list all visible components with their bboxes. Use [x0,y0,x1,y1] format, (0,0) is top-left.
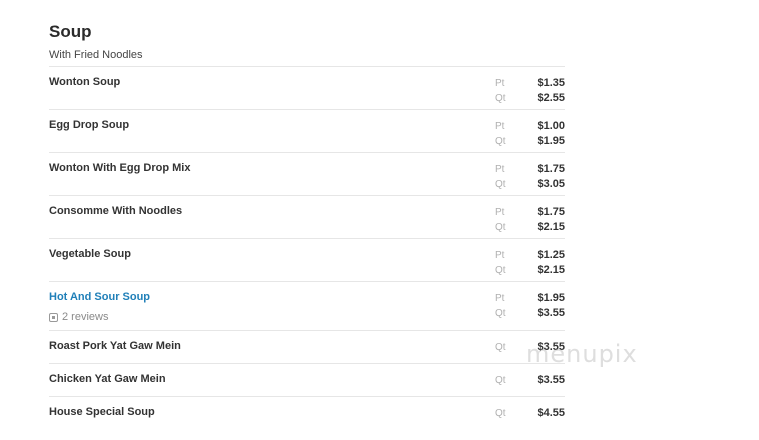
price-row: Pt $1.00 [495,119,565,134]
size-label: Qt [495,408,506,419]
price-value: $1.75 [537,206,565,218]
size-label: Pt [495,121,505,132]
item-name: Chicken Yat Gaw Mein [49,373,166,385]
price-value: $2.55 [537,92,565,104]
price-value: $3.55 [537,374,565,386]
size-label: Pt [495,207,505,218]
price-row: Pt $1.75 [495,162,565,177]
price-value: $3.05 [537,178,565,190]
reviews-count: 2 reviews [62,311,109,323]
price-row: Qt $2.15 [495,263,565,278]
menu-item: Wonton With Egg Drop Mix Pt $1.75 Qt $3.… [49,153,565,196]
size-label: Pt [495,164,505,175]
price-row: Qt $4.55 [495,406,565,421]
price-value: $2.15 [537,264,565,276]
item-name: House Special Soup [49,406,155,418]
item-prices: Pt $1.25 Qt $2.15 [495,248,565,278]
menu-item: Chicken Yat Gaw Mein Qt $3.55 [49,364,565,397]
price-value: $1.95 [537,292,565,304]
menu-item: House Special Soup Qt $4.55 [49,397,565,430]
price-value: $1.25 [537,249,565,261]
size-label: Qt [495,342,506,353]
watermark-logo: menupix [526,340,638,368]
size-label: Pt [495,250,505,261]
menu-item: Vegetable Soup Pt $1.25 Qt $2.15 [49,239,565,282]
item-prices: Pt $1.75 Qt $2.15 [495,205,565,235]
item-prices: Qt $4.55 [495,406,565,421]
price-value: $1.95 [537,135,565,147]
menu-item: Wonton Soup Pt $1.35 Qt $2.55 [49,67,565,110]
size-label: Pt [495,293,505,304]
item-prices: Pt $1.75 Qt $3.05 [495,162,565,192]
menu-item: Hot And Sour Soup 2 reviews Pt $1.95 Qt … [49,282,565,331]
menu-section: Soup With Fried Noodles Wonton Soup Pt $… [49,20,565,430]
price-row: Pt $1.75 [495,205,565,220]
price-row: Pt $1.35 [495,76,565,91]
menu-item: Roast Pork Yat Gaw Mein Qt $3.55 [49,331,565,364]
price-row: Qt $3.55 [495,373,565,388]
price-value: $3.55 [537,307,565,319]
size-label: Qt [495,265,506,276]
price-row: Pt $1.95 [495,291,565,306]
price-row: Qt $2.15 [495,220,565,235]
price-row: Qt $1.95 [495,134,565,149]
size-label: Qt [495,222,506,233]
price-value: $4.55 [537,407,565,419]
size-label: Qt [495,93,506,104]
reviews-link[interactable]: 2 reviews [49,311,108,323]
price-value: $1.35 [537,77,565,89]
item-name: Wonton Soup [49,76,121,88]
menu-item: Consomme With Noodles Pt $1.75 Qt $2.15 [49,196,565,239]
item-name: Consomme With Noodles [49,205,183,217]
price-row: Pt $1.25 [495,248,565,263]
item-name: Vegetable Soup [49,248,131,260]
size-label: Qt [495,308,506,319]
item-prices: Pt $1.95 Qt $3.55 [495,291,565,321]
item-prices: Pt $1.00 Qt $1.95 [495,119,565,149]
price-row: Qt $3.05 [495,177,565,192]
price-value: $1.00 [537,120,565,132]
price-row: Qt $2.55 [495,91,565,106]
size-label: Pt [495,78,505,89]
menu-item: Egg Drop Soup Pt $1.00 Qt $1.95 [49,110,565,153]
section-title: Soup [49,22,92,41]
item-prices: Qt $3.55 [495,373,565,388]
size-label: Qt [495,375,506,386]
size-label: Qt [495,136,506,147]
item-name: Wonton With Egg Drop Mix [49,162,191,174]
review-icon [49,312,58,322]
item-name-link[interactable]: Hot And Sour Soup [49,291,150,303]
price-row: Qt $3.55 [495,306,565,321]
price-value: $1.75 [537,163,565,175]
price-value: $2.15 [537,221,565,233]
item-name: Egg Drop Soup [49,119,130,131]
menu-items-list: Wonton Soup Pt $1.35 Qt $2.55 Egg Drop S… [49,66,565,430]
size-label: Qt [495,179,506,190]
section-subtitle: With Fried Noodles [49,49,143,61]
item-name: Roast Pork Yat Gaw Mein [49,340,181,352]
item-prices: Pt $1.35 Qt $2.55 [495,76,565,106]
